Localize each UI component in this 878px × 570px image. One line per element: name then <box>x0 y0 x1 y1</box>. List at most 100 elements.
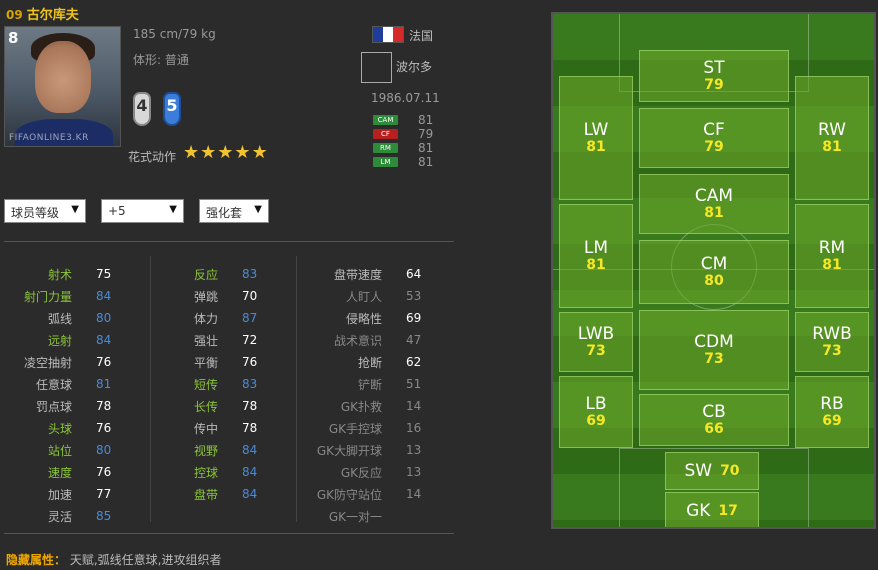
pitch-pos-name: CB <box>702 402 726 422</box>
pitch-pos-lwb[interactable]: LWB 73 <box>559 312 633 372</box>
grade-select[interactable]: 球员等级 ▼ <box>4 199 86 223</box>
pitch-pos-sw[interactable]: SW 70 <box>665 452 759 490</box>
attribute-value: 80 <box>96 311 112 325</box>
attribute-value: 77 <box>96 487 112 501</box>
attribute-label: 加速 <box>47 487 72 502</box>
attribute-label: 强壮 <box>193 333 218 348</box>
position-pitch: ST 79 LW 81 CF 79 RW 81 CAM 81 LM 81 CM … <box>551 12 876 529</box>
attribute-value: 14 <box>406 487 422 501</box>
attribute-column-2: 反应 83 弹跳 70 体力 87 强壮 72 平衡 76 短传 83 长传 78 传中 78 视野 84 控球 84… <box>156 263 270 505</box>
position-tag: LM <box>373 157 398 167</box>
attribute-value: 64 <box>406 267 422 281</box>
attribute-row: 人盯人 53 <box>304 285 422 307</box>
attribute-label: 弧线 <box>47 311 72 326</box>
attribute-label: 短传 <box>193 377 218 392</box>
attribute-value: 87 <box>242 311 258 325</box>
column-divider <box>296 256 297 522</box>
pitch-pos-cdm[interactable]: CDM 73 <box>639 310 789 390</box>
pitch-pos-cam[interactable]: CAM 81 <box>639 174 789 234</box>
attribute-label: 罚点球 <box>35 399 72 414</box>
attribute-label: 速度 <box>47 465 72 480</box>
attribute-label: 凌空抽射 <box>23 355 72 370</box>
attribute-row: 平衡 76 <box>156 351 270 373</box>
attribute-row: 抢断 62 <box>304 351 422 373</box>
attribute-label: 射术 <box>47 267 72 282</box>
pitch-pos-rating: 79 <box>704 77 724 93</box>
attribute-value: 84 <box>242 443 258 457</box>
attribute-value: 76 <box>242 355 258 369</box>
pitch-pos-rating: 79 <box>704 139 724 155</box>
position-value: 81 <box>418 141 434 155</box>
pitch-pos-rating: 73 <box>586 343 606 359</box>
pitch-pos-gk[interactable]: GK 17 <box>665 492 759 527</box>
trick-label: 花式动作 <box>128 150 177 164</box>
attribute-row: 站位 80 <box>10 439 112 461</box>
attribute-label: 盘带速度 <box>333 267 382 282</box>
pitch-pos-rm[interactable]: RM 81 <box>795 204 869 308</box>
pitch-pos-name: GK <box>686 500 711 521</box>
pitch-pos-cm[interactable]: CM 80 <box>639 240 789 304</box>
pitch-pos-lw[interactable]: LW 81 <box>559 76 633 200</box>
star-icon: ★ <box>183 142 200 163</box>
height-weight: 185 cm/79 kg <box>133 27 216 41</box>
star-icon: ★ <box>234 142 251 163</box>
pitch-pos-name: ST <box>703 58 725 78</box>
plus-select[interactable]: +5 ▼ <box>101 199 184 223</box>
france-flag-icon <box>372 26 404 43</box>
attribute-row: 盘带 84 <box>156 483 270 505</box>
attribute-label: 控球 <box>193 465 218 480</box>
attribute-value: 47 <box>406 333 422 347</box>
attribute-label: 体力 <box>193 311 218 326</box>
attribute-row: 灵活 85 <box>10 505 112 527</box>
attribute-label: 头球 <box>47 421 72 436</box>
pitch-pos-cb[interactable]: CB 66 <box>639 394 789 446</box>
pitch-pos-rwb[interactable]: RWB 73 <box>795 312 869 372</box>
pitch-pos-cf[interactable]: CF 79 <box>639 108 789 168</box>
position-value: 81 <box>418 155 434 169</box>
pitch-pos-rb[interactable]: RB 69 <box>795 376 869 448</box>
star-icon: ★ <box>200 142 217 163</box>
boost-select[interactable]: 强化套 ▼ <box>199 199 269 223</box>
attribute-row: 速度 76 <box>10 461 112 483</box>
pitch-pos-lb[interactable]: LB 69 <box>559 376 633 448</box>
pitch-pos-name: LM <box>583 238 609 258</box>
attribute-row: 凌空抽射 76 <box>10 351 112 373</box>
pitch-pos-name: RB <box>820 394 844 414</box>
attribute-value: 83 <box>242 377 258 391</box>
attribute-value: 84 <box>242 465 258 479</box>
attribute-column-1: 射术 75 射门力量 84 弧线 80 远射 84 凌空抽射 76 任意球 81 罚点球 78 头球 76 站位… <box>10 263 112 527</box>
attribute-row: 视野 84 <box>156 439 270 461</box>
jersey-number: 8 <box>8 29 19 47</box>
right-foot-value: 5 <box>166 96 178 115</box>
attribute-row: 反应 83 <box>156 263 270 285</box>
attribute-label: 反应 <box>193 267 218 282</box>
attribute-value: 85 <box>96 509 112 523</box>
attribute-row: 弧线 80 <box>10 307 112 329</box>
attribute-value: 83 <box>242 267 258 281</box>
attribute-value: 76 <box>96 421 112 435</box>
attribute-value: 72 <box>242 333 258 347</box>
attribute-label: 盘带 <box>193 487 218 502</box>
attribute-row: 传中 78 <box>156 417 270 439</box>
chevron-down-icon: ▼ <box>71 204 79 215</box>
pitch-pos-rating: 66 <box>704 421 724 437</box>
attribute-row: 长传 78 <box>156 395 270 417</box>
attribute-label: 弹跳 <box>193 289 218 304</box>
attribute-row: GK防守站位 14 <box>304 483 422 505</box>
attribute-label: 平衡 <box>193 355 218 370</box>
attribute-row: 射门力量 84 <box>10 285 112 307</box>
pitch-pos-st[interactable]: ST 79 <box>639 50 789 102</box>
photo-face <box>35 41 91 113</box>
pitch-pos-lm[interactable]: LM 81 <box>559 204 633 308</box>
pitch-pos-name: CDM <box>694 332 734 352</box>
attribute-value: 53 <box>406 289 422 303</box>
attribute-label: GK一对一 <box>328 509 382 524</box>
attribute-label: GK防守站位 <box>316 487 382 502</box>
pitch-pos-name: LB <box>585 394 607 414</box>
pitch-pos-rw[interactable]: RW 81 <box>795 76 869 200</box>
attribute-label: 站位 <box>47 443 72 458</box>
attribute-value: 84 <box>242 487 258 501</box>
nation-label: 法国 <box>409 29 434 43</box>
position-value: 81 <box>418 113 434 127</box>
attribute-row: GK反应 13 <box>304 461 422 483</box>
